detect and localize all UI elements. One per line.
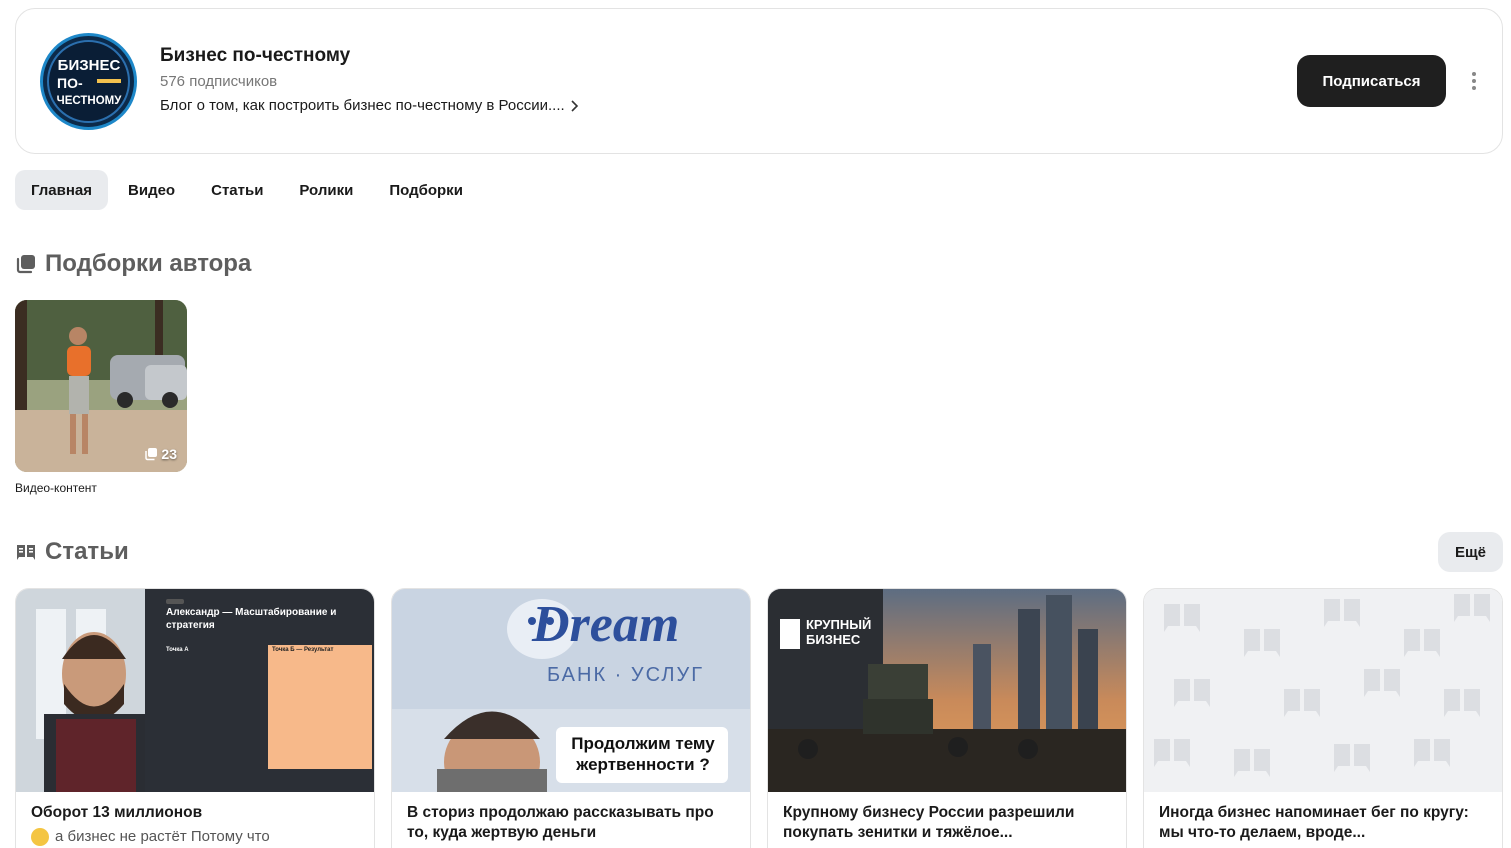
subscribe-button[interactable]: Подписаться	[1297, 55, 1446, 107]
chevron-right-icon	[571, 99, 578, 112]
collections-icon	[16, 255, 35, 274]
collection-card[interactable]: 23	[15, 300, 187, 472]
article-thumb-logo: Dream	[532, 596, 680, 653]
article-thumb-sign: КРУПНЫЙ БИЗНЕС	[806, 617, 872, 647]
svg-text:ПО-: ПО-	[57, 75, 83, 91]
article-card[interactable]: Александр — Масштабирование и стратегия …	[15, 588, 375, 848]
channel-avatar[interactable]: БИЗНЕС ПО- ЧЕСТНОМУ	[40, 33, 137, 130]
article-thumb-subtitle: БАНК · УСЛУГ	[547, 664, 705, 686]
collections-heading-text: Подборки автора	[45, 250, 252, 277]
article-title: Иногда бизнес напоминает бег по кругу: м…	[1159, 804, 1469, 841]
tab-collections[interactable]: Подборки	[373, 170, 479, 210]
svg-text:БИЗНЕС: БИЗНЕС	[57, 57, 120, 74]
channel-description[interactable]: Блог о том, как построить бизнес по-чест…	[160, 97, 579, 114]
more-articles-button[interactable]: Ещё	[1438, 532, 1503, 572]
tab-main[interactable]: Главная	[15, 170, 109, 210]
article-thumbnail: Александр — Масштабирование и стратегия …	[16, 589, 374, 792]
channel-title: Бизнес по-честному	[160, 45, 351, 66]
tab-video[interactable]: Видео	[112, 170, 191, 210]
article-card[interactable]: Иногда бизнес напоминает бег по кругу: м…	[1143, 588, 1503, 848]
article-title: Крупному бизнесу России разрешили покупа…	[783, 804, 1075, 841]
articles-icon	[17, 545, 35, 560]
article-title: В сториз продолжаю рассказывать про то, …	[407, 804, 714, 841]
article-card[interactable]: Dream БАНК · УСЛУГ Продолжим тему жертве…	[391, 588, 751, 848]
article-thumbnail: Dream БАНК · УСЛУГ Продолжим тему жертве…	[392, 589, 750, 792]
more-options-icon[interactable]	[1466, 69, 1482, 93]
article-thumb-heading: Александр — Масштабирование и стратегия	[166, 607, 337, 631]
article-card[interactable]: КРУПНЫЙ БИЗНЕС Крупному бизнесу России р…	[767, 588, 1127, 848]
article-thumbnail-placeholder	[1144, 589, 1502, 792]
channel-description-text: Блог о том, как построить бизнес по-чест…	[160, 97, 565, 114]
article-snippet: а бизнес не растёт Потому что	[31, 827, 361, 847]
article-thumb-point-a: Точка А	[166, 647, 189, 653]
shocked-face-icon	[31, 828, 49, 846]
articles-heading: Статьи	[15, 538, 129, 566]
collections-icon	[145, 448, 158, 461]
article-thumb-caption: Продолжим тему жертвенности ?	[571, 734, 715, 774]
collection-label[interactable]: Видео-контент	[15, 481, 97, 495]
article-title: Оборот 13 миллионов	[31, 804, 203, 821]
channel-tabs: Главная Видео Статьи Ролики Подборки	[15, 170, 483, 210]
articles-heading-text: Статьи	[45, 538, 129, 565]
collection-count: 23	[144, 446, 177, 462]
subscriber-count: 576 подписчиков	[160, 73, 278, 90]
channel-logo-icon: БИЗНЕС ПО- ЧЕСТНОМУ	[56, 57, 122, 107]
tab-articles[interactable]: Статьи	[195, 170, 279, 210]
channel-header-card: БИЗНЕС ПО- ЧЕСТНОМУ Бизнес по-честному 5…	[15, 8, 1503, 154]
svg-text:ЧЕСТНОМУ: ЧЕСТНОМУ	[56, 95, 122, 107]
tab-shorts[interactable]: Ролики	[283, 170, 369, 210]
collections-heading: Подборки автора	[15, 250, 251, 278]
article-thumb-point-b: Точка Б — Результат	[272, 647, 334, 653]
article-thumbnail: КРУПНЫЙ БИЗНЕС	[768, 589, 1126, 792]
